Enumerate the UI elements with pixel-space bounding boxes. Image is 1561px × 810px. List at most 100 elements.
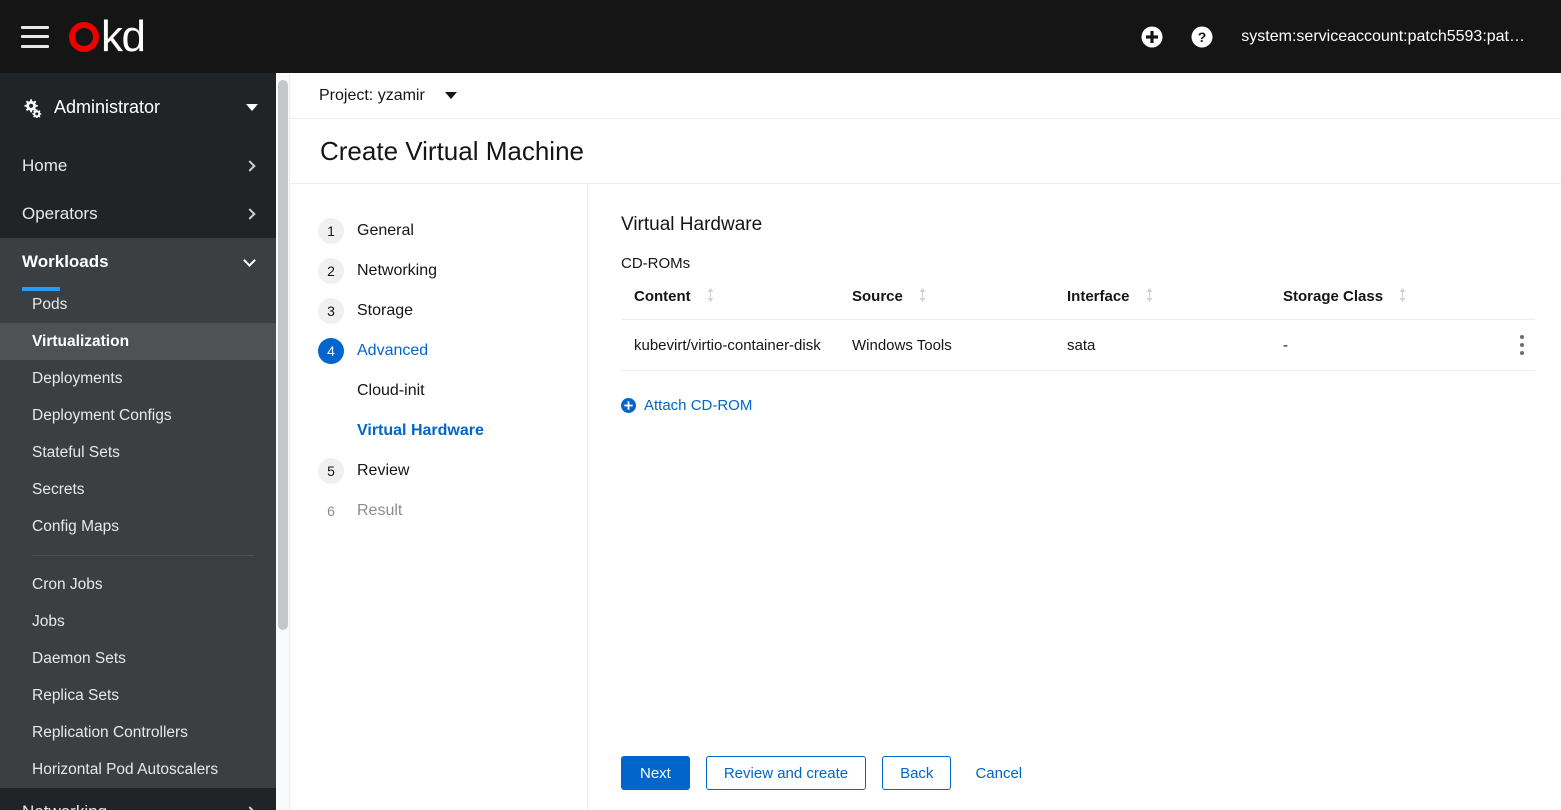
- table-row: kubevirt/virtio-container-disk Windows T…: [621, 319, 1535, 372]
- perspective-switcher[interactable]: Administrator: [0, 73, 276, 142]
- sidebar-item-daemon-sets-label: Daemon Sets: [32, 649, 126, 667]
- chevron-down-icon: [243, 253, 256, 267]
- sidebar-item-pods[interactable]: Pods: [0, 286, 276, 323]
- plus-circle-icon[interactable]: [1141, 26, 1163, 48]
- sidebar-item-stateful-sets[interactable]: Stateful Sets: [0, 434, 276, 471]
- sidebar-item-home[interactable]: Home: [0, 142, 276, 190]
- next-button[interactable]: Next: [621, 756, 690, 790]
- column-header-content[interactable]: Content: [621, 288, 839, 320]
- cogs-icon: [22, 98, 42, 118]
- sidebar-item-config-maps-label: Config Maps: [32, 517, 120, 535]
- username-label[interactable]: system:serviceaccount:patch5593:pat…: [1241, 28, 1525, 46]
- caret-down-icon: [246, 104, 258, 111]
- wizard-step-storage[interactable]: 3 Storage: [318, 291, 587, 331]
- sidebar-item-daemon-sets[interactable]: Daemon Sets: [0, 640, 276, 677]
- attach-cdrom-label: Attach CD-ROM: [644, 397, 753, 415]
- attach-cdrom-button[interactable]: Attach CD-ROM: [621, 397, 752, 414]
- sidebar-item-cron-jobs-label: Cron Jobs: [32, 575, 103, 593]
- chevron-right-icon: [244, 160, 256, 172]
- wizard-step-networking-label: Networking: [357, 262, 438, 279]
- sidebar-item-cron-jobs[interactable]: Cron Jobs: [0, 566, 276, 603]
- review-and-create-button[interactable]: Review and create: [705, 756, 867, 790]
- sort-icon[interactable]: [1145, 288, 1154, 306]
- caret-down-icon[interactable]: [444, 92, 457, 99]
- sidebar-item-networking[interactable]: Networking: [0, 788, 276, 810]
- column-header-storage-class-label: Storage Class: [1283, 288, 1384, 305]
- sidebar-item-pods-label: Pods: [32, 295, 68, 313]
- question-circle-icon[interactable]: ?: [1191, 26, 1213, 48]
- sidebar-item-virtualization[interactable]: Virtualization: [0, 323, 276, 360]
- masthead: kd ? system:serviceaccount:patch5593:pat…: [0, 0, 1561, 73]
- column-header-content-label: Content: [634, 288, 691, 305]
- wizard-substep-cloud-init[interactable]: Cloud-init: [318, 371, 587, 411]
- sidebar-item-workloads[interactable]: Workloads: [0, 238, 276, 291]
- sidebar: Administrator Home Operators Workloads P…: [0, 73, 276, 810]
- sidebar-item-deployment-configs[interactable]: Deployment Configs: [0, 397, 276, 434]
- sidebar-scrollbar-thumb[interactable]: [278, 80, 288, 630]
- main-content: Project: yzamir Create Virtual Machine 1…: [290, 73, 1561, 810]
- sidebar-item-deployments[interactable]: Deployments: [0, 360, 276, 397]
- plus-circle-icon: [621, 398, 636, 414]
- sidebar-item-replica-sets[interactable]: Replica Sets: [0, 677, 276, 714]
- sidebar-item-operators-label: Operators: [22, 204, 98, 223]
- nav-operators: Operators: [0, 190, 276, 238]
- cell-content: kubevirt/virtio-container-disk: [621, 319, 839, 372]
- sidebar-item-replica-sets-label: Replica Sets: [32, 686, 120, 704]
- column-header-source[interactable]: Source: [839, 288, 1054, 320]
- column-header-interface[interactable]: Interface: [1054, 288, 1270, 320]
- cell-storage-class: -: [1270, 319, 1495, 372]
- step-number-badge: 2: [318, 258, 344, 284]
- column-header-source-label: Source: [852, 288, 903, 305]
- sidebar-item-config-maps[interactable]: Config Maps: [0, 508, 276, 545]
- column-header-storage-class[interactable]: Storage Class: [1270, 288, 1495, 320]
- cancel-button[interactable]: Cancel: [967, 756, 1030, 790]
- wizard-step-storage-label: Storage: [357, 302, 414, 319]
- cell-actions: [1495, 319, 1535, 372]
- wizard-step-general[interactable]: 1 General: [318, 211, 587, 251]
- wizard-step-nav: 1 General 2 Networking 3 Storage 4 Advan…: [290, 184, 588, 810]
- workloads-active-indicator: [22, 287, 60, 291]
- sidebar-item-jobs[interactable]: Jobs: [0, 603, 276, 640]
- kebab-menu-icon[interactable]: [1519, 335, 1524, 356]
- create-vm-wizard: 1 General 2 Networking 3 Storage 4 Advan…: [290, 183, 1561, 810]
- sidebar-item-secrets[interactable]: Secrets: [0, 471, 276, 508]
- sort-icon[interactable]: [1398, 288, 1407, 306]
- wizard-step-result-label: Result: [357, 502, 403, 519]
- virtual-hardware-heading: Virtual Hardware: [621, 214, 763, 235]
- column-header-interface-label: Interface: [1067, 288, 1130, 305]
- chevron-right-icon: [244, 806, 256, 810]
- hamburger-icon[interactable]: [21, 25, 49, 48]
- sidebar-item-virtualization-label: Virtualization: [32, 332, 130, 350]
- wizard-substep-virtual-hardware-label: Virtual Hardware: [357, 422, 484, 439]
- wizard-substep-cloud-init-label: Cloud-init: [357, 382, 425, 399]
- wizard-step-general-label: General: [357, 222, 414, 239]
- wizard-step-result: 6 Result: [318, 491, 587, 531]
- wizard-step-advanced[interactable]: 4 Advanced: [318, 331, 587, 371]
- step-number-badge: 4: [318, 338, 344, 364]
- cell-interface: sata: [1054, 319, 1270, 372]
- sidebar-item-deployments-label: Deployments: [32, 369, 123, 387]
- project-selector-label[interactable]: Project: yzamir: [319, 87, 425, 105]
- table-header-row: Content Source Interface Storage Class: [621, 288, 1535, 320]
- okd-logo[interactable]: kd: [69, 14, 146, 58]
- sidebar-item-horizontal-pod-autoscalers-label: Horizontal Pod Autoscalers: [32, 760, 219, 778]
- sidebar-item-replication-controllers[interactable]: Replication Controllers: [0, 714, 276, 751]
- okd-console-page: kd ? system:serviceaccount:patch5593:pat…: [0, 0, 1561, 810]
- svg-text:?: ?: [1198, 29, 1207, 45]
- wizard-step-review[interactable]: 5 Review: [318, 451, 587, 491]
- sidebar-item-jobs-label: Jobs: [32, 612, 65, 630]
- nav-workloads: Workloads Pods Virtualization Deployment…: [0, 238, 276, 788]
- sidebar-item-horizontal-pod-autoscalers[interactable]: Horizontal Pod Autoscalers: [0, 751, 276, 788]
- sort-icon[interactable]: [706, 288, 715, 306]
- sidebar-item-operators[interactable]: Operators: [0, 190, 276, 238]
- wizard-step-networking[interactable]: 2 Networking: [318, 251, 587, 291]
- sort-icon[interactable]: [918, 288, 927, 306]
- back-button[interactable]: Back: [882, 756, 952, 790]
- wizard-substep-virtual-hardware[interactable]: Virtual Hardware: [318, 411, 587, 451]
- nav-home: Home: [0, 142, 276, 190]
- step-number-badge: 1: [318, 218, 344, 244]
- okd-logo-ring-icon: [69, 21, 99, 52]
- wizard-step-advanced-label: Advanced: [357, 342, 429, 359]
- wizard-footer: Next Review and create Back Cancel: [621, 756, 1030, 790]
- cdroms-table: Content Source Interface Storage Class k…: [621, 288, 1535, 372]
